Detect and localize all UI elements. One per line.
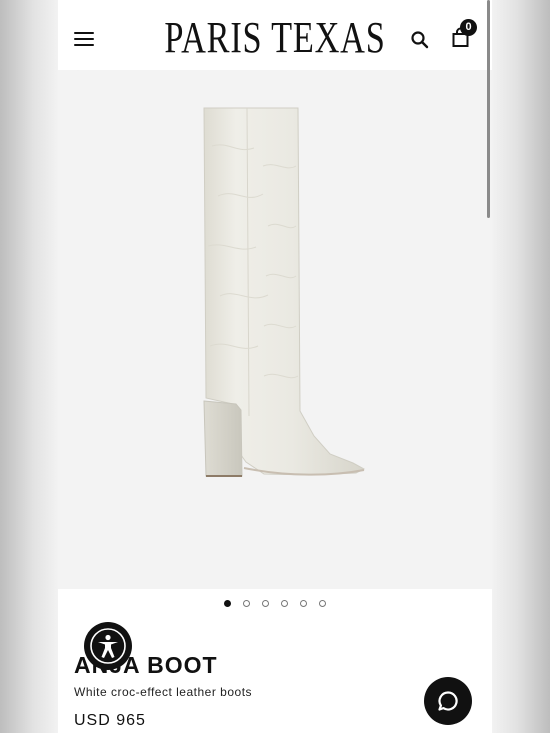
gallery-dot[interactable] [243,600,250,607]
gallery-dot[interactable] [262,600,269,607]
product-price: USD 965 [74,712,146,729]
hamburger-menu-icon[interactable] [74,32,94,48]
product-image-gallery[interactable] [58,36,492,589]
site-header: PARIS TEXAS 0 [58,0,492,70]
gallery-pagination [58,600,492,607]
gallery-dot[interactable] [319,600,326,607]
page-scrollbar[interactable] [487,0,490,218]
gallery-dot[interactable] [281,600,288,607]
search-icon[interactable] [410,30,430,50]
gallery-dot[interactable] [224,600,231,607]
gallery-dot[interactable] [300,600,307,607]
cart-count-badge: 0 [460,19,477,36]
phone-screen: PARIS TEXAS 0 ANJA BOOT White croc-effec… [58,0,492,733]
brand-logo[interactable]: PARIS TEXAS [106,12,445,64]
product-subtitle: White croc-effect leather boots [74,685,253,699]
product-image-boot [203,107,366,477]
accessibility-icon[interactable] [84,622,132,670]
chat-bubble-icon[interactable] [424,677,472,725]
